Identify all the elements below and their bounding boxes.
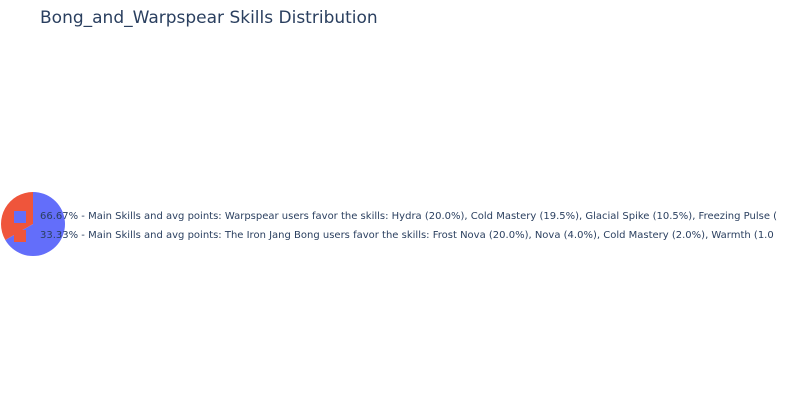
legend-label-warpspear: 66.67% - Main Skills and avg points: War… [40, 211, 778, 222]
legend-swatch-iron-jang-bong [14, 229, 26, 242]
legend-label-iron-jang-bong: 33.33% - Main Skills and avg points: The… [40, 230, 774, 241]
pie-plot-area [0, 192, 66, 256]
legend: 66.67% - Main Skills and avg points: War… [14, 207, 777, 245]
legend-item-iron-jang-bong[interactable]: 33.33% - Main Skills and avg points: The… [14, 226, 777, 245]
pie-chart: Bong_and_Warpspear Skills Distribution 6… [0, 0, 800, 400]
legend-swatch-warpspear [14, 210, 26, 223]
legend-item-warpspear[interactable]: 66.67% - Main Skills and avg points: War… [14, 207, 777, 226]
